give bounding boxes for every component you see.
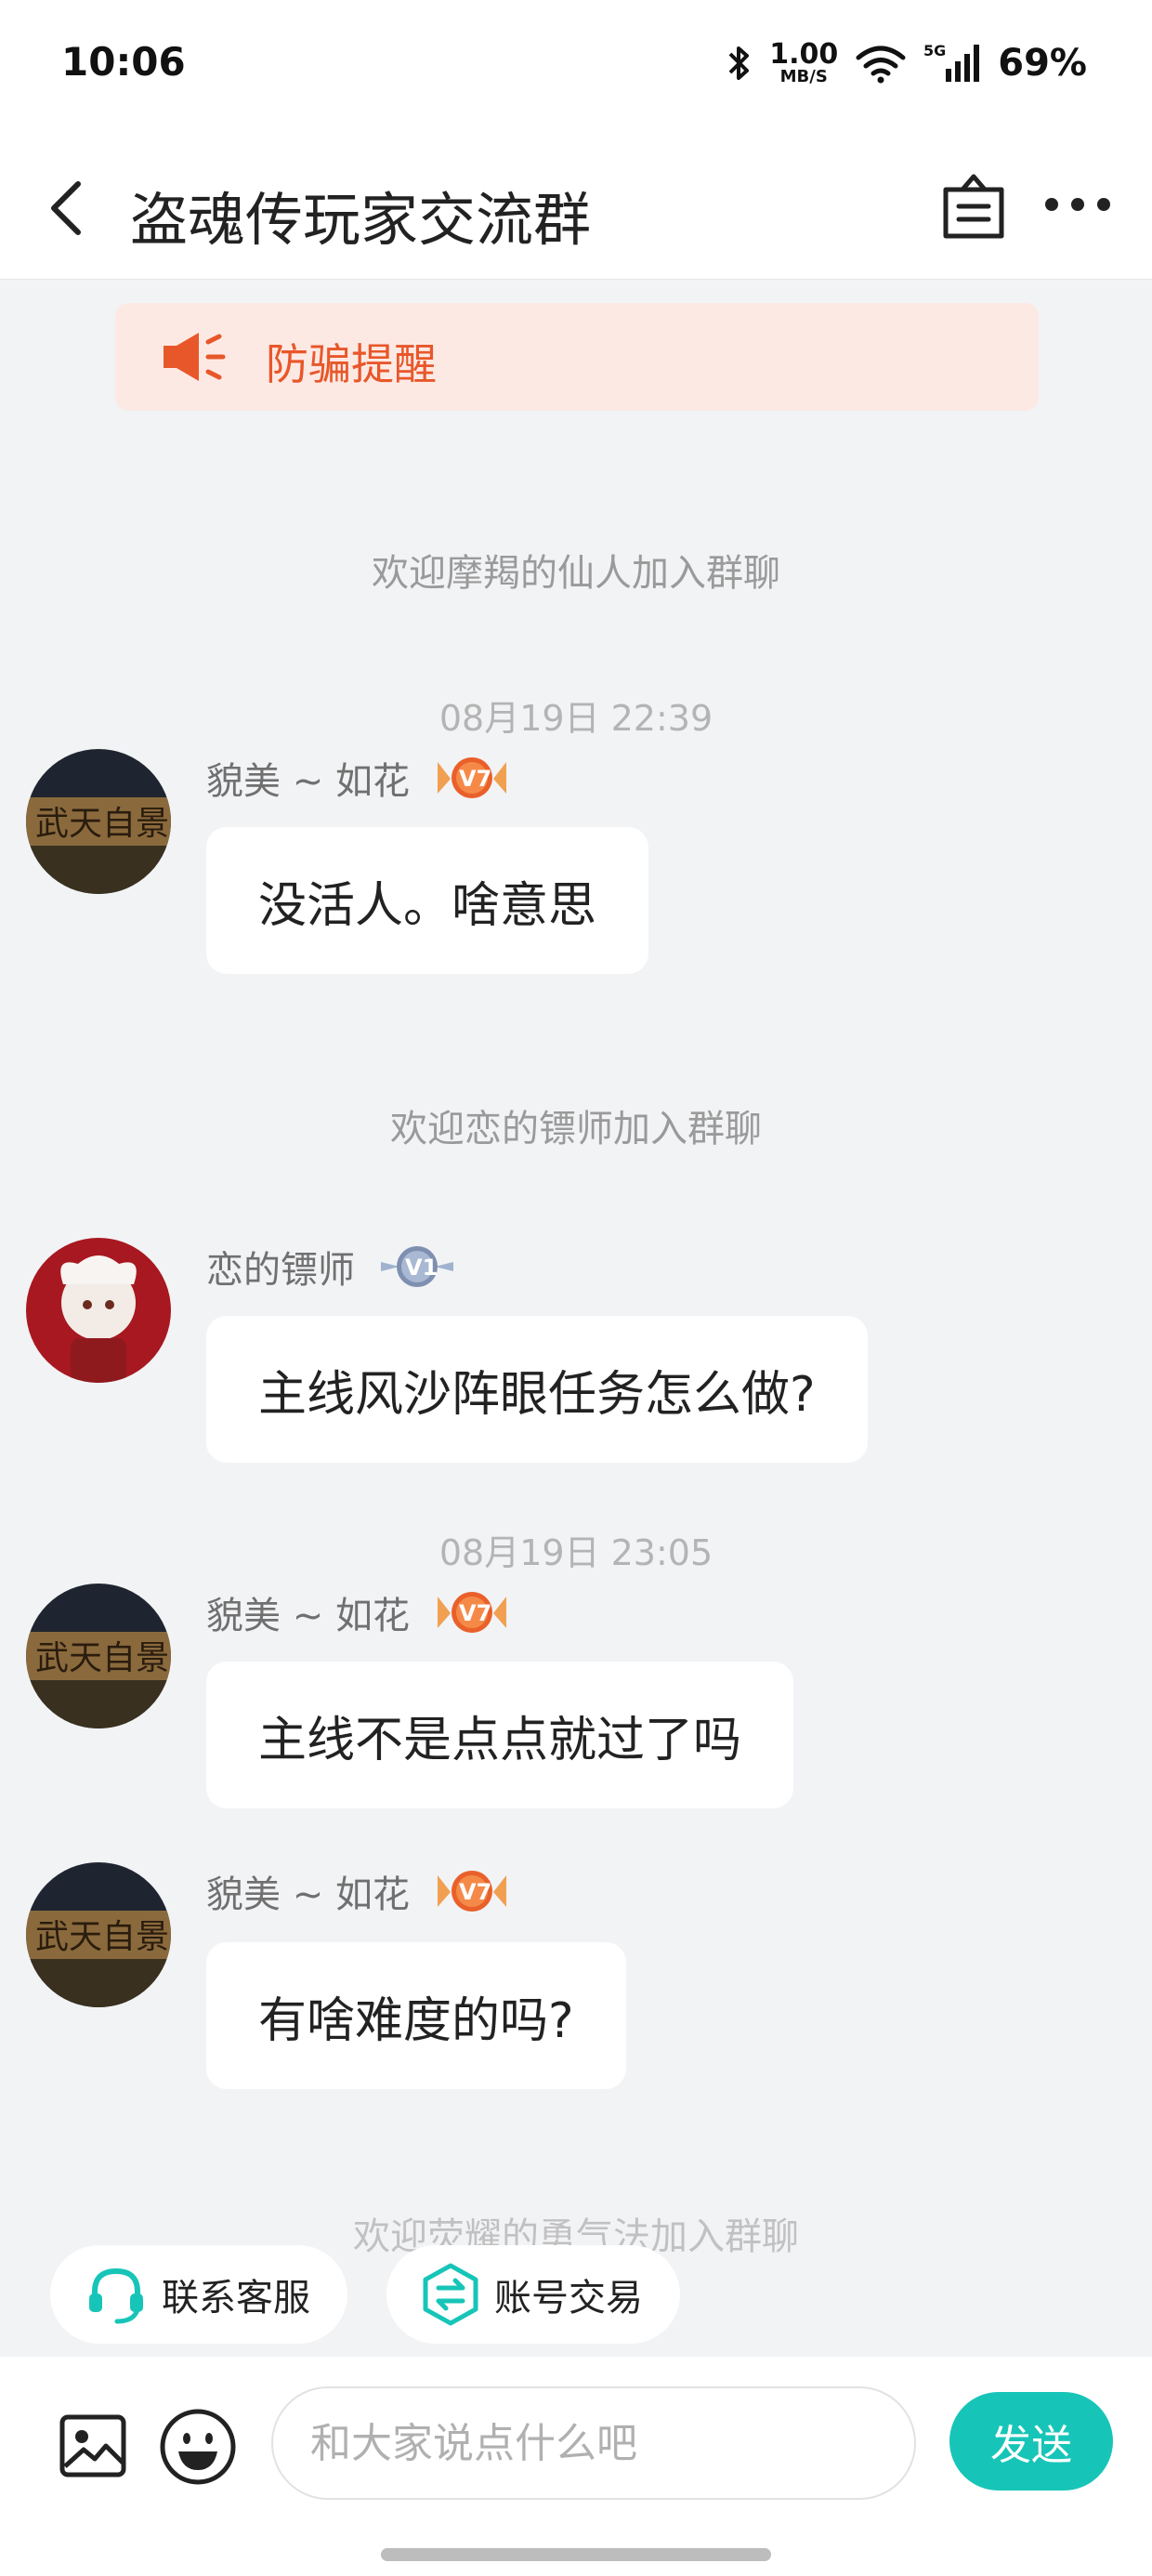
- sender-name: 貌美 ~ 如花: [206, 1595, 410, 1637]
- battery-level: 69%: [998, 42, 1087, 85]
- avatar-image: 武天自景: [26, 1862, 171, 2007]
- composer-bar: 发送: [0, 2357, 1152, 2576]
- network-type-label: 5G: [923, 42, 946, 59]
- anti-fraud-notice[interactable]: 防骗提醒: [115, 303, 1039, 411]
- page-title: 盗魂传玩家交流群: [130, 186, 592, 254]
- sender-name: 貌美 ~ 如花: [206, 760, 410, 803]
- avatar-image: 武天自景: [26, 749, 171, 894]
- svg-text:武天自景: 武天自景: [35, 1918, 169, 1956]
- sender-name: 恋的镖师: [206, 1249, 355, 1292]
- status-time: 10:06: [61, 39, 186, 85]
- network-speed-unit: MB/S: [779, 67, 828, 86]
- home-indicator[interactable]: [381, 2548, 771, 2561]
- message-timestamp: 08月19日 23:05: [439, 1532, 713, 1573]
- emoji-icon: [160, 2409, 236, 2485]
- account-trade-label: 账号交易: [494, 2277, 643, 2320]
- vip-badge-label: V1: [405, 1255, 438, 1281]
- exchange-icon: [423, 2263, 478, 2326]
- more-button[interactable]: [1041, 177, 1115, 232]
- message-input[interactable]: [271, 2386, 916, 2500]
- contact-support-label: 联系客服: [162, 2277, 310, 2320]
- headset-icon: [89, 2267, 143, 2324]
- avatar[interactable]: 武天自景: [26, 1862, 171, 2007]
- back-icon: [51, 181, 81, 235]
- system-message: 欢迎摩羯的仙人加入群聊: [372, 552, 780, 595]
- back-button[interactable]: [41, 171, 97, 245]
- signal-icon: 5G: [923, 42, 980, 82]
- avatar[interactable]: 武天自景: [26, 1584, 171, 1728]
- chat-header: 盗魂传玩家交流群: [0, 139, 1152, 280]
- wifi-icon: [856, 46, 906, 84]
- sender-name: 貌美 ~ 如花: [206, 1873, 410, 1916]
- sender-name-row: 貌美 ~ 如花 V7: [206, 1864, 514, 1918]
- shop-button[interactable]: [935, 167, 1013, 245]
- emoji-button[interactable]: [158, 2407, 238, 2487]
- vip-badge-label: V7: [459, 766, 491, 792]
- avatar[interactable]: 武天自景: [26, 749, 171, 894]
- svg-text:武天自景: 武天自景: [35, 805, 169, 843]
- bluetooth-icon: [728, 46, 750, 80]
- status-bar: 10:06 1.00 MB/S 5G 69%: [0, 0, 1152, 139]
- message-bubble[interactable]: 主线风沙阵眼任务怎么做?: [206, 1316, 868, 1463]
- notice-text: 防骗提醒: [266, 339, 437, 389]
- vip-badge: V7: [437, 1871, 506, 1912]
- message-bubble[interactable]: 主线不是点点就过了吗: [206, 1662, 794, 1808]
- avatar[interactable]: [26, 1238, 171, 1383]
- sender-name-row: 貌美 ~ 如花 V7: [206, 751, 514, 805]
- vip-badge-label: V7: [459, 1600, 491, 1626]
- image-button[interactable]: [58, 2411, 128, 2481]
- shop-bag-icon: [943, 174, 1004, 239]
- vip-badge-label: V7: [459, 1879, 491, 1905]
- account-trade-button[interactable]: 账号交易: [386, 2245, 680, 2344]
- network-speed: 1.00 MB/S: [769, 41, 838, 85]
- vip-badge: V1: [381, 1246, 453, 1287]
- send-button[interactable]: 发送: [949, 2392, 1113, 2491]
- megaphone-icon: [164, 333, 226, 381]
- message-bubble[interactable]: 有啥难度的吗?: [206, 1942, 626, 2089]
- vip-badge: V7: [437, 757, 506, 798]
- quick-actions: 联系客服 账号交易: [0, 2236, 1152, 2357]
- message-bubble[interactable]: 没活人。啥意思: [206, 827, 649, 974]
- status-icons: 1.00 MB/S 5G 69%: [725, 41, 1087, 85]
- image-icon: [59, 2414, 126, 2477]
- svg-text:武天自景: 武天自景: [35, 1639, 169, 1677]
- vip-badge: V7: [437, 1592, 506, 1633]
- sender-name-row: 恋的镖师 V1: [206, 1240, 459, 1294]
- network-speed-value: 1.00: [769, 38, 839, 71]
- more-icon: [1045, 198, 1110, 211]
- contact-support-button[interactable]: 联系客服: [50, 2245, 347, 2344]
- message-timestamp: 08月19日 22:39: [439, 698, 713, 739]
- avatar-image: [26, 1238, 171, 1383]
- avatar-image: 武天自景: [26, 1584, 171, 1728]
- sender-name-row: 貌美 ~ 如花 V7: [206, 1585, 514, 1639]
- system-message: 欢迎恋的镖师加入群聊: [390, 1108, 762, 1150]
